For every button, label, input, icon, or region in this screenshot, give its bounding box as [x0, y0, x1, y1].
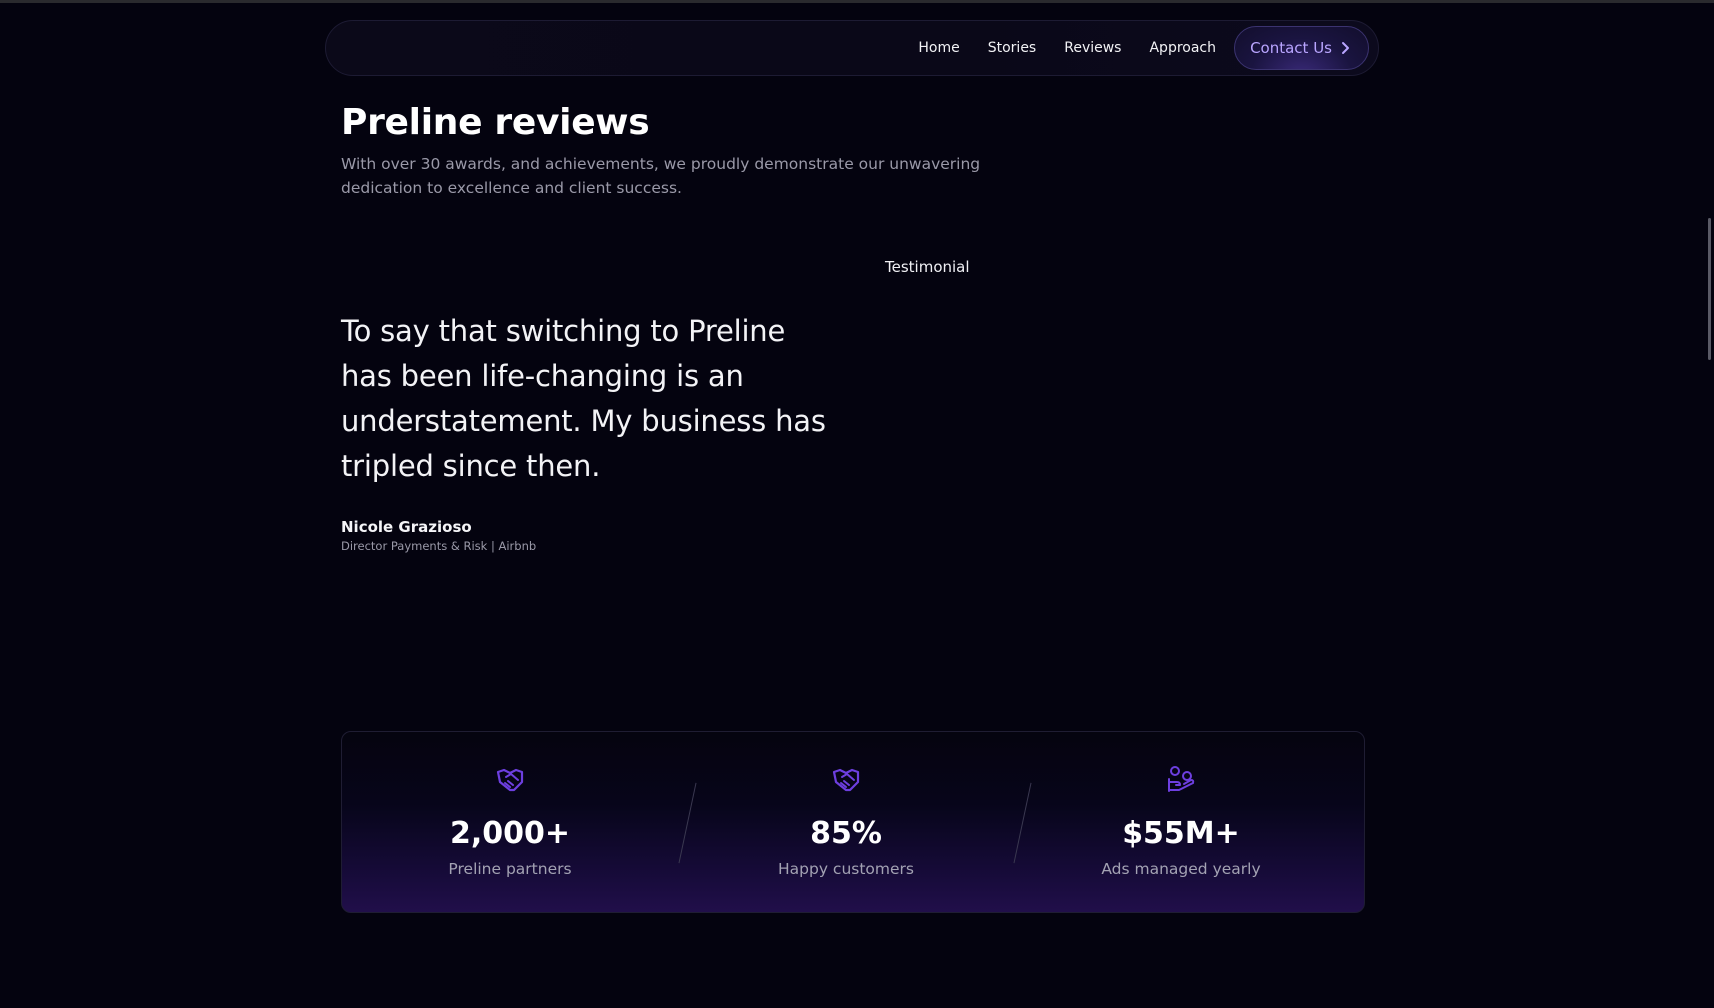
- stat-label: Happy customers: [778, 860, 914, 878]
- testimonial-label: Testimonial: [885, 258, 970, 276]
- stat-value: $55M+: [1122, 816, 1240, 851]
- handshake-icon: [496, 768, 524, 792]
- stat-customers: 85% Happy customers: [678, 732, 1014, 912]
- nav-links: Home Stories Reviews Approach: [918, 21, 1216, 75]
- page-title: Preline reviews: [341, 102, 650, 143]
- scrollbar-thumb[interactable]: [1708, 218, 1711, 360]
- nav-link-stories[interactable]: Stories: [988, 40, 1037, 56]
- contact-us-button[interactable]: Contact Us: [1234, 26, 1369, 70]
- page-subtitle: With over 30 awards, and achievements, w…: [341, 155, 981, 197]
- contact-us-label: Contact Us: [1250, 39, 1332, 57]
- author-name: Nicole Grazioso: [341, 518, 472, 536]
- stats-card: 2,000+ Preline partners 85% Happy custom…: [341, 731, 1365, 913]
- stat-value: 2,000+: [449, 816, 571, 851]
- stat-value: 85%: [810, 816, 882, 851]
- stat-partners: 2,000+ Preline partners: [342, 732, 678, 912]
- nav-link-home[interactable]: Home: [918, 40, 959, 56]
- stat-label: Preline partners: [448, 860, 572, 878]
- handshake-icon: [832, 768, 860, 792]
- testimonial-quote: To say that switching to Preline has bee…: [341, 314, 826, 483]
- top-navbar: Home Stories Reviews Approach Contact Us: [325, 20, 1379, 76]
- chevron-right-icon: [1342, 42, 1349, 54]
- hand-coins-icon: [1168, 766, 1195, 792]
- window-top-border: [0, 0, 1714, 3]
- nav-link-approach[interactable]: Approach: [1149, 40, 1216, 56]
- stat-label: Ads managed yearly: [1101, 860, 1261, 878]
- author-role: Director Payments & Risk | Airbnb: [341, 539, 537, 553]
- nav-link-reviews[interactable]: Reviews: [1064, 40, 1121, 56]
- stat-ads: $55M+ Ads managed yearly: [1013, 732, 1349, 912]
